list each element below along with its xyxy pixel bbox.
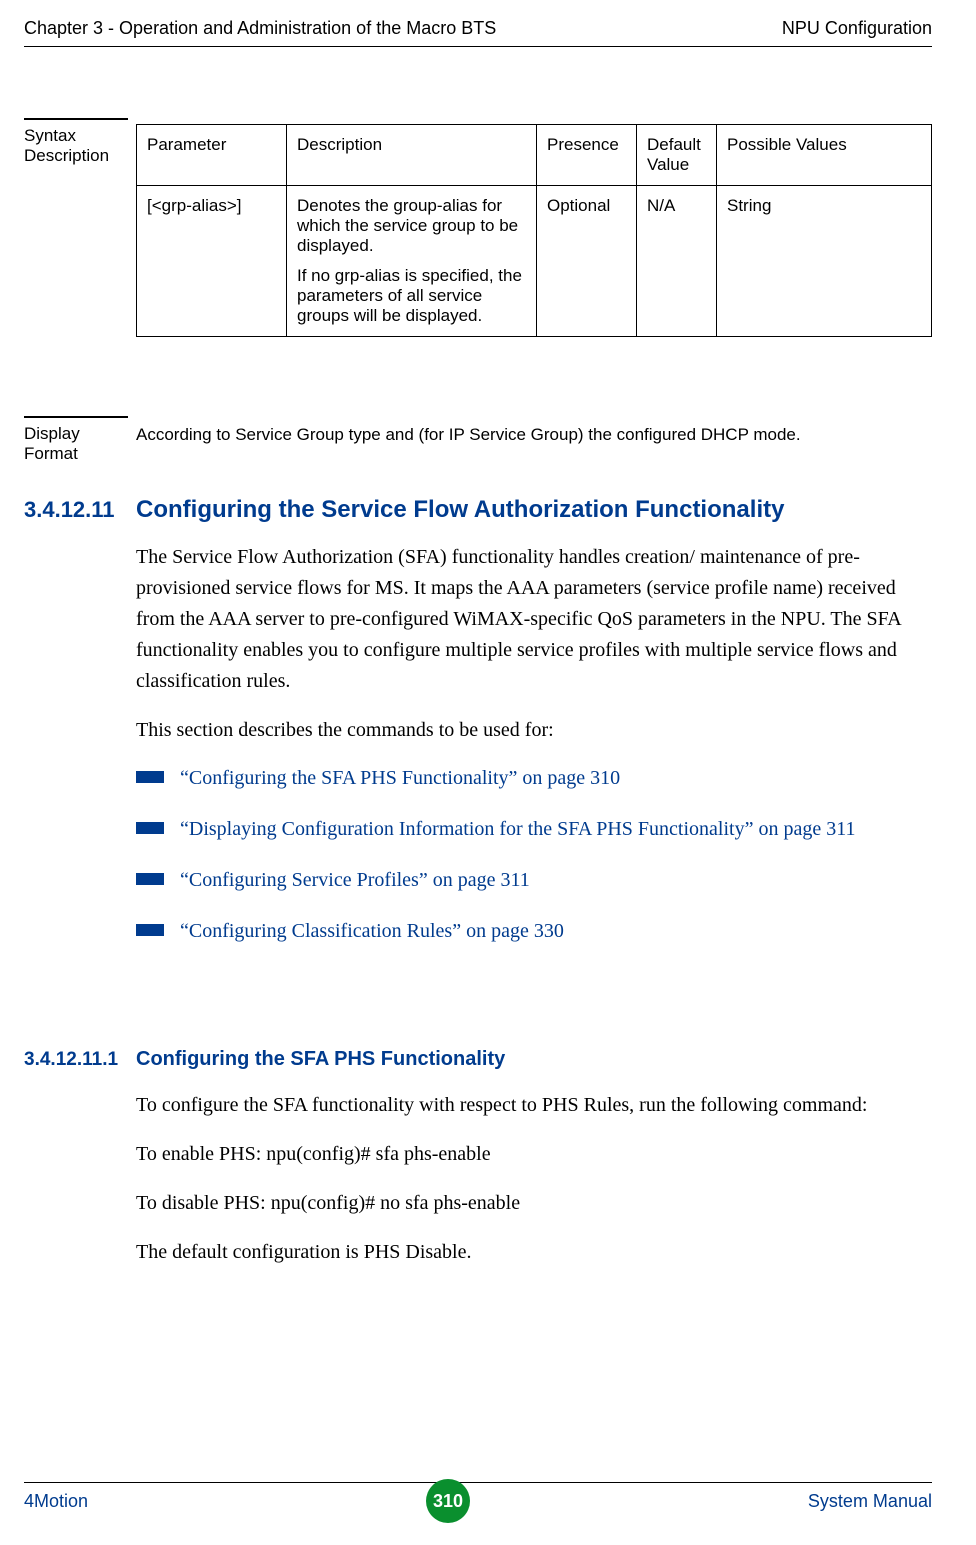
bullet-icon — [136, 924, 164, 936]
subsection-paragraph-1: To configure the SFA functionality with … — [136, 1090, 932, 1121]
cell-description-2: If no grp-alias is specified, the parame… — [297, 266, 526, 326]
page-footer: 4Motion 310 System Manual — [24, 1479, 932, 1523]
side-rule — [24, 416, 128, 418]
side-rule — [24, 118, 128, 120]
syntax-description-text: Syntax Description — [24, 126, 109, 165]
col-presence: Presence — [537, 125, 637, 186]
xref-item[interactable]: “Configuring Classification Rules” on pa… — [136, 917, 932, 946]
xref-item[interactable]: “Configuring the SFA PHS Functionality” … — [136, 764, 932, 793]
display-format-text: Display Format — [24, 424, 80, 463]
section-paragraph-1: The Service Flow Authorization (SFA) fun… — [136, 542, 932, 697]
section-title: Configuring the Service Flow Authorizati… — [136, 496, 784, 524]
header-rule — [24, 46, 932, 47]
xref-item[interactable]: “Configuring Service Profiles” on page 3… — [136, 866, 932, 895]
col-possible-values: Possible Values — [717, 125, 932, 186]
bullet-icon — [136, 771, 164, 783]
col-default-value: Default Value — [637, 125, 717, 186]
subsection-paragraph-3: To disable PHS: npu(config)# no sfa phs-… — [136, 1188, 932, 1219]
xref-item[interactable]: “Displaying Configuration Information fo… — [136, 815, 932, 844]
cell-description-1: Denotes the group-alias for which the se… — [297, 196, 526, 256]
xref-link[interactable]: “Configuring Classification Rules” on pa… — [180, 917, 932, 946]
subsection-paragraph-4: The default configuration is PHS Disable… — [136, 1237, 932, 1268]
display-format-value: According to Service Group type and (for… — [136, 424, 932, 446]
page-number-badge: 310 — [426, 1479, 470, 1523]
syntax-parameter-table: Parameter Description Presence Default V… — [136, 124, 932, 337]
page-header: Chapter 3 - Operation and Administration… — [0, 18, 976, 39]
header-right: NPU Configuration — [782, 18, 932, 39]
syntax-description-label: Syntax Description — [24, 118, 128, 167]
table-header-row: Parameter Description Presence Default V… — [137, 125, 932, 186]
subsection-number: 3.4.12.11.1 — [0, 1049, 136, 1071]
cell-description: Denotes the group-alias for which the se… — [287, 186, 537, 337]
section-heading: 3.4.12.11 Configuring the Service Flow A… — [0, 496, 932, 524]
section-paragraph-2: This section describes the commands to b… — [136, 715, 932, 746]
col-description: Description — [287, 125, 537, 186]
bullet-icon — [136, 873, 164, 885]
header-left: Chapter 3 - Operation and Administration… — [24, 18, 496, 39]
col-parameter: Parameter — [137, 125, 287, 186]
subsection-heading: 3.4.12.11.1 Configuring the SFA PHS Func… — [0, 1048, 932, 1071]
subsection-paragraph-2: To enable PHS: npu(config)# sfa phs-enab… — [136, 1139, 932, 1170]
section-number: 3.4.12.11 — [0, 497, 136, 523]
cell-possible-values: String — [717, 186, 932, 337]
bullet-icon — [136, 822, 164, 834]
cell-presence: Optional — [537, 186, 637, 337]
cell-parameter: [<grp-alias>] — [137, 186, 287, 337]
footer-left: 4Motion — [24, 1491, 88, 1512]
xref-link[interactable]: “Configuring the SFA PHS Functionality” … — [180, 764, 932, 793]
xref-link[interactable]: “Configuring Service Profiles” on page 3… — [180, 866, 932, 895]
table-row: [<grp-alias>] Denotes the group-alias fo… — [137, 186, 932, 337]
xref-list: “Configuring the SFA PHS Functionality” … — [136, 764, 932, 946]
subsection-title: Configuring the SFA PHS Functionality — [136, 1048, 505, 1071]
cell-default-value: N/A — [637, 186, 717, 337]
footer-right: System Manual — [808, 1491, 932, 1512]
display-format-label: Display Format — [24, 416, 128, 465]
xref-link[interactable]: “Displaying Configuration Information fo… — [180, 815, 932, 844]
